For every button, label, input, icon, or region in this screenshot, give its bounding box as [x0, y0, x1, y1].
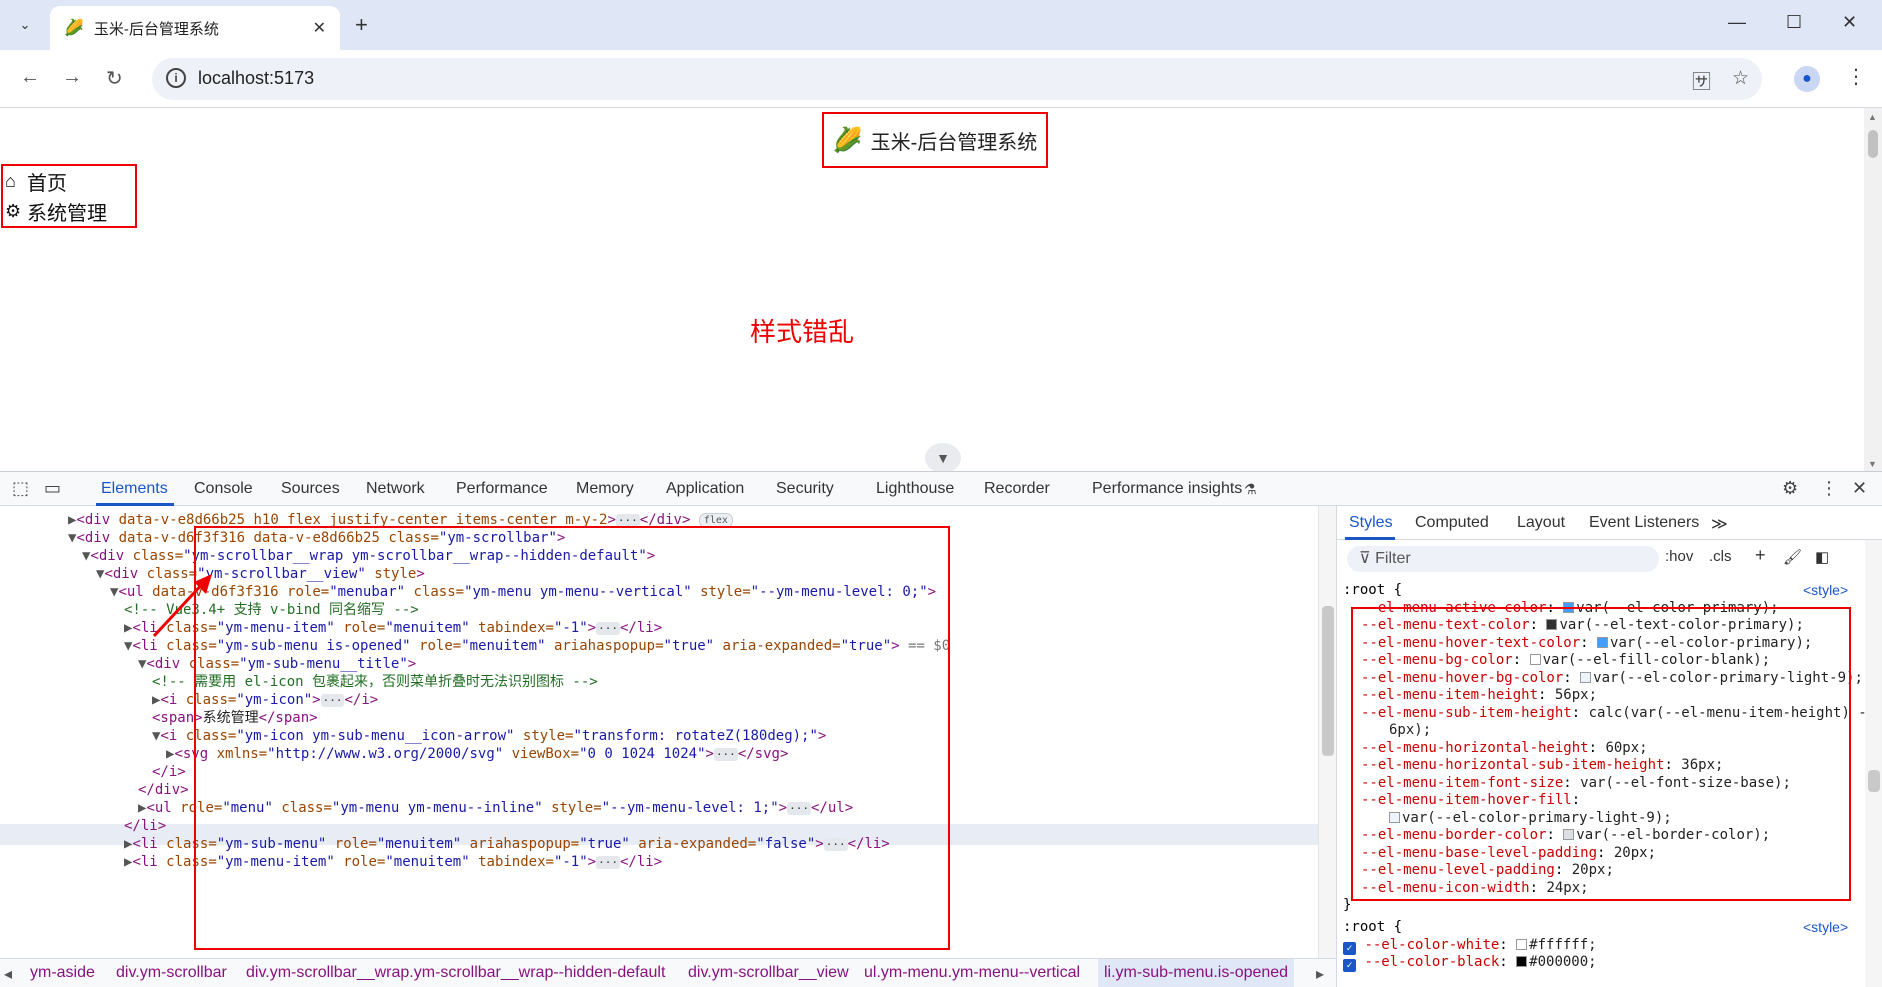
menu-item-home[interactable]: ⌂ 首页 [5, 166, 135, 196]
translate-icon[interactable]: 🈂 [1692, 67, 1711, 94]
breadcrumb-scroll-right-icon[interactable]: ▸ [1316, 964, 1324, 984]
home-icon: ⌂ [5, 170, 16, 191]
page-viewport: 🌽 玉米-后台管理系统 ⌂ 首页 ⚙ 系统管理 样式错乱 ▼ [0, 108, 1864, 473]
annotation-arrow [152, 574, 212, 638]
corn-logo-icon: 🌽 [832, 126, 863, 154]
tab-computed[interactable]: Computed [1415, 514, 1489, 532]
styles-tab-bar: Styles Computed Layout Event Listeners ≫ [1337, 506, 1882, 540]
profile-avatar-icon[interactable]: ● [1794, 66, 1820, 92]
close-tab-icon[interactable]: ✕ [313, 18, 326, 38]
tab-title: 玉米-后台管理系统 [93, 20, 219, 38]
scroll-down-icon[interactable]: ▼ [1868, 459, 1877, 469]
devtools-menu-icon[interactable]: ⋮ [1820, 478, 1838, 499]
menu-item-system[interactable]: ⚙ 系统管理 [5, 196, 135, 226]
inspect-element-icon[interactable]: ⬚ [12, 478, 29, 499]
breadcrumb-item[interactable]: ym-aside [30, 964, 95, 982]
close-devtools-icon[interactable]: ✕ [1852, 478, 1867, 499]
address-bar[interactable]: i localhost:5173 🈂 ☆ [152, 58, 1762, 100]
settings-gear-icon[interactable]: ⚙ [1782, 478, 1798, 499]
gear-icon: ⚙ [5, 200, 22, 221]
cls-toggle[interactable]: .cls [1709, 548, 1732, 565]
tab-elements[interactable]: Elements [101, 480, 168, 498]
toggle-sidebar-icon[interactable]: ◧ [1815, 548, 1829, 566]
tab-console[interactable]: Console [194, 480, 253, 498]
elements-scrollbar[interactable] [1318, 506, 1336, 965]
app-title: 玉米-后台管理系统 [870, 131, 1038, 154]
browser-menu-icon[interactable]: ⋮ [1846, 64, 1866, 89]
tab-network[interactable]: Network [366, 480, 425, 498]
scrollbar-thumb[interactable] [1868, 130, 1878, 158]
paint-brush-icon[interactable]: 🖌 [1783, 548, 1802, 566]
chevron-down-icon: ⌄ [19, 17, 31, 32]
tab-performance-insights[interactable]: Performance insights [1092, 480, 1242, 498]
css-declaration[interactable]: ✓ --el-color-black: #000000; [1343, 954, 1597, 972]
devtools-tab-bar: ⬚ ▭ Elements Console Sources Network Per… [0, 472, 1882, 506]
scrollbar-thumb[interactable] [1868, 770, 1880, 792]
tab-security[interactable]: Security [776, 480, 834, 498]
devtools-collapse-toggle[interactable]: ▼ [925, 443, 961, 473]
forward-arrow-icon[interactable]: → [62, 66, 82, 89]
css-selector[interactable]: :root { [1343, 582, 1402, 600]
minimize-icon[interactable]: — [1728, 12, 1746, 33]
tab-performance[interactable]: Performance [456, 480, 548, 498]
page-scrollbar[interactable]: ▲ ▼ [1864, 108, 1882, 471]
tab-lighthouse[interactable]: Lighthouse [876, 480, 954, 498]
breadcrumb-scroll-left-icon[interactable]: ◂ [4, 964, 12, 984]
annotation-box-styles [1351, 607, 1851, 901]
breadcrumb-item[interactable]: ul.ym-menu.ym-menu--vertical [864, 964, 1080, 982]
tab-memory[interactable]: Memory [576, 480, 634, 498]
filter-placeholder: Filter [1375, 550, 1411, 567]
corn-favicon-icon: 🌽 [64, 20, 84, 37]
breadcrumb-item[interactable]: div.ym-scrollbar__view [688, 964, 849, 982]
breadcrumb-item[interactable]: div.ym-scrollbar [116, 964, 227, 982]
url-text: localhost:5173 [198, 68, 315, 88]
menu-item-label: 首页 [27, 172, 67, 195]
tab-recorder[interactable]: Recorder [984, 480, 1050, 498]
browser-tab-active[interactable]: 🌽 玉米-后台管理系统 ✕ [50, 6, 340, 50]
scrollbar-thumb[interactable] [1322, 606, 1334, 756]
annotation-text: 样式错乱 [750, 317, 855, 347]
side-menu: ⌂ 首页 ⚙ 系统管理 [1, 164, 137, 228]
tab-styles[interactable]: Styles [1349, 514, 1393, 532]
bookmark-star-icon[interactable]: ☆ [1732, 67, 1749, 90]
annotation-box-dom [194, 526, 950, 950]
new-tab-button[interactable]: + [355, 12, 368, 38]
tab-layout[interactable]: Layout [1517, 514, 1565, 532]
app-logo-header: 🌽 玉米-后台管理系统 [822, 112, 1048, 168]
flask-icon: ⚗ [1244, 481, 1257, 497]
menu-item-label: 系统管理 [27, 202, 107, 225]
back-arrow-icon[interactable]: ← [20, 66, 40, 89]
style-source-link[interactable]: <style> [1803, 919, 1848, 937]
window-close-icon[interactable]: ✕ [1842, 12, 1857, 33]
tab-application[interactable]: Application [666, 480, 744, 498]
tab-event-listeners[interactable]: Event Listeners [1589, 514, 1699, 532]
style-source-link[interactable]: <style> [1803, 582, 1848, 600]
device-toolbar-icon[interactable]: ▭ [44, 478, 61, 499]
tab-sources[interactable]: Sources [281, 480, 340, 498]
browser-title-bar: ⌄ 🌽 玉米-后台管理系统 ✕ + — ☐ ✕ [0, 0, 1882, 50]
hov-toggle[interactable]: :hov [1665, 548, 1693, 565]
breadcrumb-item[interactable]: div.ym-scrollbar__wrap.ym-scrollbar__wra… [246, 964, 665, 982]
breadcrumb: ◂ ym-aside div.ym-scrollbar div.ym-scrol… [0, 958, 1336, 987]
maximize-icon[interactable]: ☐ [1786, 12, 1802, 33]
active-tab-indicator [1345, 537, 1395, 540]
new-style-rule-icon[interactable]: + [1755, 545, 1766, 566]
tab-search-dropdown[interactable]: ⌄ [12, 12, 38, 38]
filter-icon: ⊽ [1359, 550, 1376, 567]
styles-filter-input[interactable]: ⊽ Filter [1347, 546, 1659, 572]
styles-scrollbar[interactable] [1865, 540, 1882, 987]
css-declaration[interactable]: ✓ --el-color-white: #ffffff; [1343, 937, 1597, 955]
reload-icon[interactable]: ↻ [106, 66, 123, 91]
browser-toolbar: ← → ↻ i localhost:5173 🈂 ☆ ● ⋮ [0, 50, 1882, 108]
site-info-icon[interactable]: i [166, 68, 186, 88]
scroll-up-icon[interactable]: ▲ [1868, 112, 1877, 122]
css-selector[interactable]: :root { [1343, 919, 1402, 937]
breadcrumb-item-selected[interactable]: li.ym-sub-menu.is-opened [1098, 959, 1295, 987]
more-tabs-icon[interactable]: ≫ [1711, 514, 1728, 534]
